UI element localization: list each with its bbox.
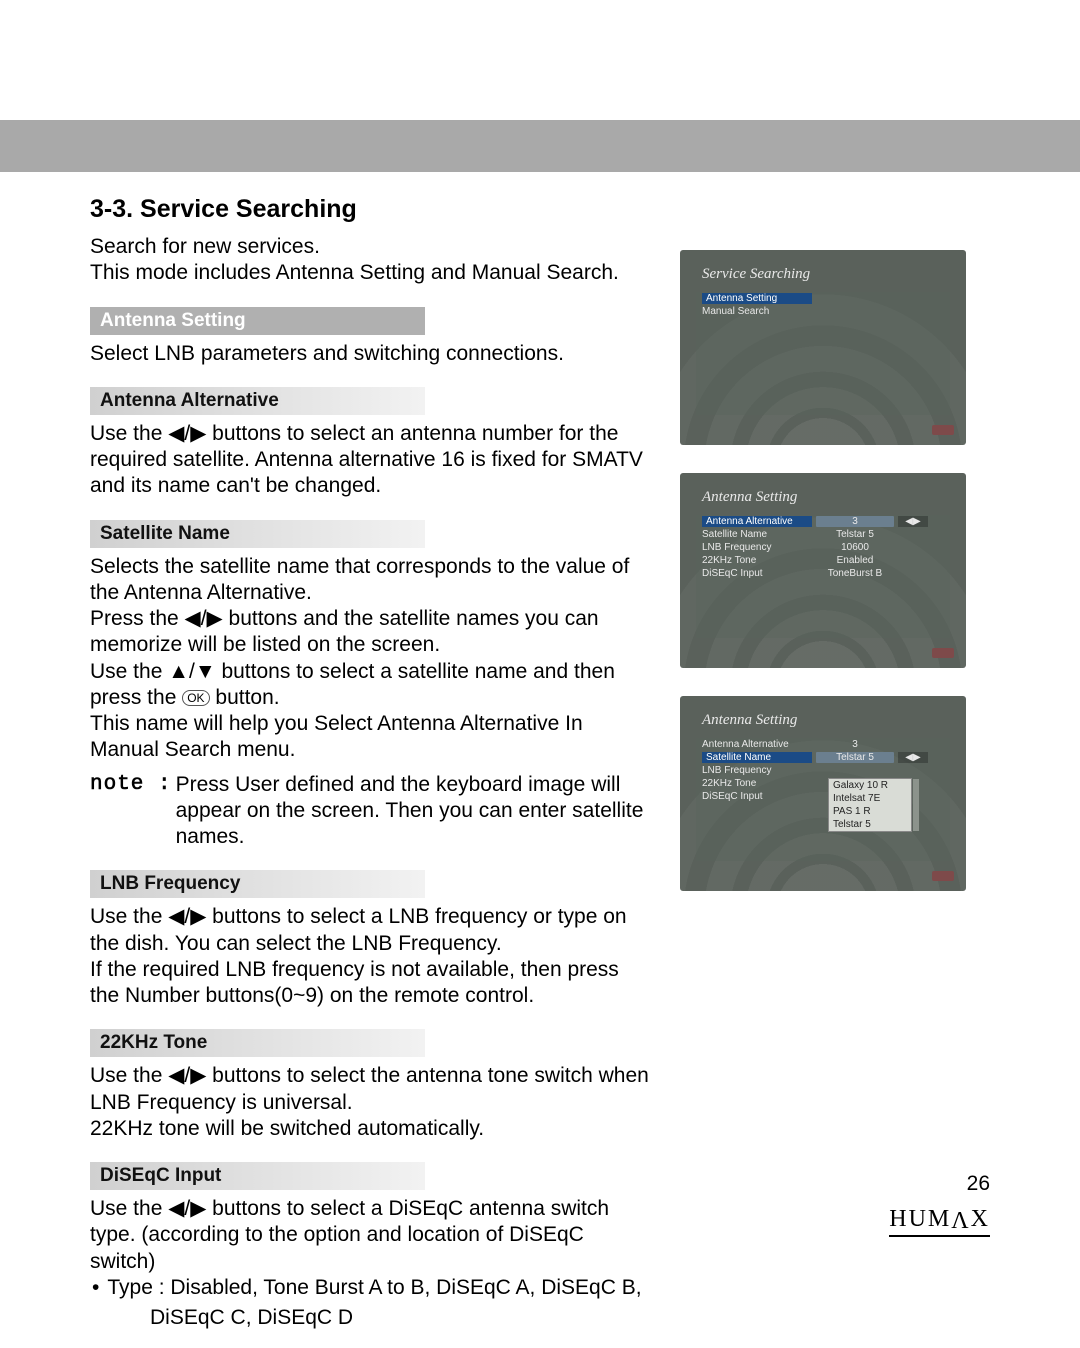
main-column: 3-3. Service Searching Search for new se… <box>90 195 650 1331</box>
tv2-dis-v: ToneBurst B <box>816 568 894 579</box>
intro-line-1: Search for new services. <box>90 234 650 260</box>
lnb-p1: Use the ◀/▶ buttons to select a LNB freq… <box>90 904 650 957</box>
tv1-panel: Antenna Setting Manual Search <box>696 292 950 415</box>
antenna-setting-body: Select LNB parameters and switching conn… <box>90 341 650 367</box>
satellite-name-p2: Press the ◀/▶ buttons and the satellite … <box>90 606 650 659</box>
tv2-alt-v: 3 <box>816 516 894 527</box>
note-body: Press User defined and the keyboard imag… <box>176 772 650 851</box>
header-band <box>0 120 1080 172</box>
tv2-row-sat: Satellite Name Telstar 5 <box>696 528 950 541</box>
tv3-row-alt: Antenna Alternative 3 <box>696 738 950 751</box>
tv3-panel: Antenna Alternative 3 Satellite Name Tel… <box>696 738 950 861</box>
tv-screenshot-service-searching: Service Searching Antenna Setting Manual… <box>680 250 966 445</box>
tv1-footer-indicator <box>932 425 954 435</box>
page-body: 3-3. Service Searching Search for new se… <box>90 195 990 1331</box>
tv3-sat-v: Telstar 5 <box>816 752 894 763</box>
lnb-p2: If the required LNB frequency is not ava… <box>90 957 650 1010</box>
tv2-sat-v: Telstar 5 <box>816 529 894 540</box>
tv2-row-tone: 22KHz Tone Enabled <box>696 554 950 567</box>
diseqc-p1: Use the ◀/▶ buttons to select a DiSEqC a… <box>90 1196 650 1275</box>
tv3-arrows-icon: ◀▶ <box>898 752 928 763</box>
brand-logo: HUMΛX <box>889 1206 990 1237</box>
tv3-satellite-dropdown: Galaxy 10 R Intelsat 7E PAS 1 R Telstar … <box>828 778 912 832</box>
antenna-alternative-body: Use the ◀/▶ buttons to select an antenna… <box>90 421 650 500</box>
tv2-title: Antenna Setting <box>702 489 797 506</box>
tv1-item-manual-search: Manual Search <box>696 305 950 318</box>
brand-caret-icon: Λ <box>951 1208 970 1235</box>
diseqc-type-line1: • Type : Disabled, Tone Burst A to B, Di… <box>90 1275 650 1301</box>
k22-p2: 22KHz tone will be switched automaticall… <box>90 1116 650 1142</box>
k22-p1: Use the ◀/▶ buttons to select the antenn… <box>90 1063 650 1116</box>
tv3-tone-k: 22KHz Tone <box>702 778 812 789</box>
tv3-sat-k: Satellite Name <box>702 752 812 763</box>
tv3-alt-v: 3 <box>816 739 894 750</box>
satellite-name-p3b: button. <box>215 686 279 709</box>
satellite-name-p3: Use the ▲/▼ buttons to select a satellit… <box>90 659 650 712</box>
subsection-antenna-alternative: Antenna Alternative <box>90 387 425 415</box>
tv2-dis-k: DiSEqC Input <box>702 568 812 579</box>
subsection-satellite-name: Satellite Name <box>90 520 425 548</box>
page-number: 26 <box>967 1172 990 1196</box>
tv1-item-antenna-setting: Antenna Setting <box>696 292 950 305</box>
brand-text-2: X <box>971 1206 990 1232</box>
diseqc-type-text1: Type : Disabled, Tone Burst A to B, DiSE… <box>107 1275 650 1301</box>
tv3-opt-0: Galaxy 10 R <box>829 779 911 792</box>
tv2-row-dis: DiSEqC Input ToneBurst B <box>696 567 950 580</box>
subsection-antenna-setting: Antenna Setting <box>90 307 425 335</box>
note-label: note : <box>90 772 176 851</box>
tv3-row-sat: Satellite Name Telstar 5 ◀▶ <box>696 751 950 764</box>
tv2-sat-k: Satellite Name <box>702 529 812 540</box>
tv3-opt-3: Telstar 5 <box>829 818 911 831</box>
side-column: Service Searching Antenna Setting Manual… <box>680 250 990 919</box>
satellite-name-p4: This name will help you Select Antenna A… <box>90 711 650 764</box>
tv2-tone-k: 22KHz Tone <box>702 555 812 566</box>
tv2-row-alt: Antenna Alternative 3 ◀▶ <box>696 515 950 528</box>
tv3-dropdown-scrollbar <box>913 779 919 831</box>
subsection-diseqc-input: DiSEqC Input <box>90 1162 425 1190</box>
tv1-item-0-label: Antenna Setting <box>702 293 812 304</box>
intro-line-2: This mode includes Antenna Setting and M… <box>90 260 650 286</box>
tv3-row-lnb: LNB Frequency <box>696 764 950 777</box>
ok-button-icon: OK <box>182 690 209 706</box>
note-line: note : Press User defined and the keyboa… <box>90 772 650 851</box>
tv3-lnb-k: LNB Frequency <box>702 765 812 776</box>
satellite-name-p3a: Use the ▲/▼ buttons to select a satellit… <box>90 660 615 709</box>
diseqc-type-line2: DiSEqC C, DiSEqC D <box>90 1305 650 1331</box>
subsection-lnb-frequency: LNB Frequency <box>90 870 425 898</box>
tv-screenshot-antenna-setting-2: Antenna Setting Antenna Alternative 3 Sa… <box>680 696 966 891</box>
tv2-tone-v: Enabled <box>816 555 894 566</box>
tv1-item-1-label: Manual Search <box>702 306 812 317</box>
subsection-22khz-tone: 22KHz Tone <box>90 1029 425 1057</box>
tv3-dis-k: DiSEqC Input <box>702 791 812 802</box>
tv2-lnb-k: LNB Frequency <box>702 542 812 553</box>
tv3-alt-k: Antenna Alternative <box>702 739 812 750</box>
brand-text: HUM <box>889 1206 951 1232</box>
tv1-title: Service Searching <box>702 266 810 283</box>
bullet-icon: • <box>90 1275 107 1301</box>
tv2-lnb-v: 10600 <box>816 542 894 553</box>
tv3-title: Antenna Setting <box>702 712 797 729</box>
tv2-row-lnb: LNB Frequency 10600 <box>696 541 950 554</box>
tv3-footer-indicator <box>932 871 954 881</box>
section-heading: 3-3. Service Searching <box>90 195 650 224</box>
tv-screenshot-antenna-setting-1: Antenna Setting Antenna Alternative 3 ◀▶… <box>680 473 966 668</box>
tv2-panel: Antenna Alternative 3 ◀▶ Satellite Name … <box>696 515 950 638</box>
tv3-opt-2: PAS 1 R <box>829 805 911 818</box>
tv3-opt-1: Intelsat 7E <box>829 792 911 805</box>
satellite-name-p1: Selects the satellite name that correspo… <box>90 554 650 607</box>
tv2-alt-k: Antenna Alternative <box>702 516 812 527</box>
tv2-footer-indicator <box>932 648 954 658</box>
tv2-arrows-icon: ◀▶ <box>898 516 928 527</box>
